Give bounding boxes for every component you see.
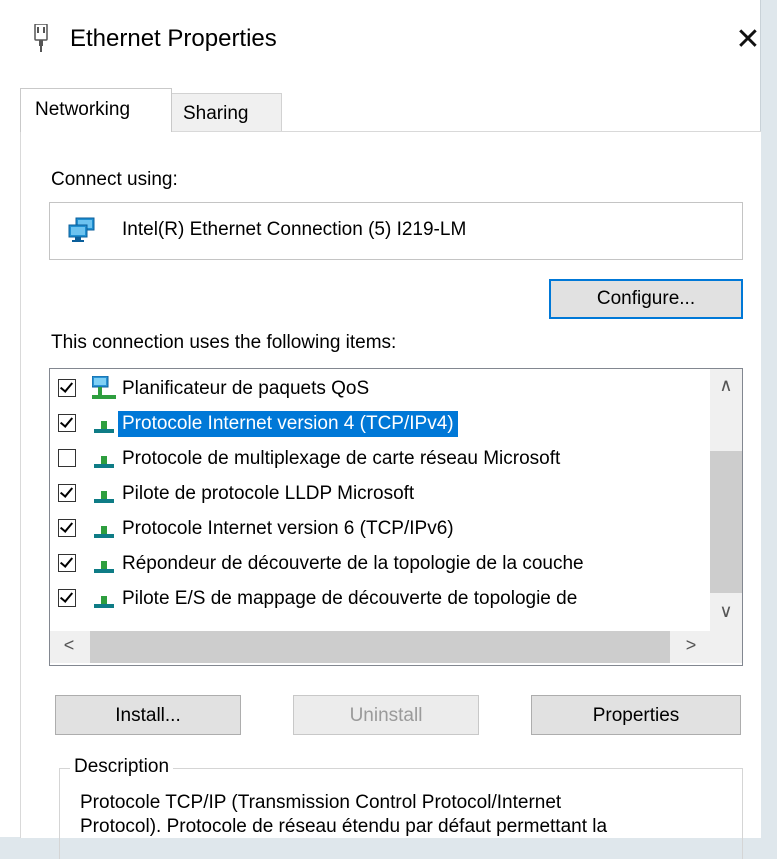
item-checkbox[interactable] <box>58 589 76 607</box>
close-button[interactable]: ✕ <box>730 20 766 60</box>
scrollbar-corner <box>710 631 742 663</box>
list-item[interactable]: Pilote de protocole LLDP Microsoft <box>50 476 710 511</box>
adapter-name: Intel(R) Ethernet Connection (5) I219-LM <box>122 219 467 240</box>
list-item[interactable]: Protocole Internet version 6 (TCP/IPv6) <box>50 511 710 546</box>
scroll-left-icon[interactable]: < <box>56 635 82 656</box>
qos-scheduler-icon <box>92 376 116 399</box>
item-label: Pilote de protocole LLDP Microsoft <box>122 483 415 504</box>
protocol-icon <box>94 526 114 538</box>
window-title: Ethernet Properties <box>70 25 277 52</box>
horizontal-scroll-thumb[interactable] <box>90 631 670 663</box>
description-line-1: Protocole TCP/IP (Transmission Control P… <box>80 792 562 813</box>
tab-networking[interactable]: Networking <box>20 88 172 132</box>
networking-tab-panel: Connect using: Intel(R) Ethernet Connect… <box>20 131 761 859</box>
properties-button[interactable]: Properties <box>531 695 741 735</box>
item-label: Pilote E/S de mappage de découverte de t… <box>122 588 578 609</box>
title-bar[interactable]: Ethernet Properties ✕ <box>0 0 761 80</box>
protocol-icon <box>94 491 114 503</box>
list-item[interactable]: Planificateur de paquets QoS <box>50 371 710 406</box>
ethernet-plug-icon <box>34 24 48 52</box>
horizontal-scrollbar[interactable]: < > <box>50 631 710 663</box>
description-legend: Description <box>70 756 174 778</box>
protocol-icon <box>94 456 114 468</box>
protocol-icon <box>94 596 114 608</box>
item-checkbox[interactable] <box>58 519 76 537</box>
item-checkbox[interactable] <box>58 379 76 397</box>
list-item-selected[interactable]: Protocole Internet version 4 (TCP/IPv4) <box>50 406 710 441</box>
tab-sharing[interactable]: Sharing <box>170 93 282 132</box>
scroll-down-icon[interactable]: ∨ <box>710 601 742 622</box>
uninstall-button[interactable]: Uninstall <box>293 695 479 735</box>
install-button[interactable]: Install... <box>55 695 241 735</box>
scroll-right-icon[interactable]: > <box>678 635 704 656</box>
item-label: Protocole de multiplexage de carte résea… <box>122 448 561 469</box>
item-label: Répondeur de découverte de la topologie … <box>122 553 584 574</box>
components-list[interactable]: Planificateur de paquets QoS Protocole I… <box>49 368 743 666</box>
item-checkbox[interactable] <box>58 484 76 502</box>
description-line-2: Protocol). Protocole de réseau étendu pa… <box>80 816 608 837</box>
scroll-up-icon[interactable]: ∧ <box>710 375 742 396</box>
list-item[interactable]: Protocole de multiplexage de carte résea… <box>50 441 710 476</box>
tab-strip: Networking Sharing <box>20 88 760 132</box>
ethernet-properties-dialog: Ethernet Properties ✕ Networking Sharing… <box>0 0 761 859</box>
item-label: Planificateur de paquets QoS <box>122 378 370 399</box>
list-item[interactable]: Pilote E/S de mappage de découverte de t… <box>50 581 710 616</box>
item-checkbox[interactable] <box>58 554 76 572</box>
description-groupbox: Description Protocole TCP/IP (Transmissi… <box>59 756 743 859</box>
item-label: Protocole Internet version 6 (TCP/IPv6) <box>122 518 454 539</box>
tab-sharing-label: Sharing <box>183 103 249 124</box>
protocol-icon <box>94 421 114 433</box>
tab-networking-label: Networking <box>35 99 131 120</box>
item-label: Protocole Internet version 4 (TCP/IPv4) <box>118 411 458 437</box>
item-checkbox[interactable] <box>58 449 76 467</box>
configure-button[interactable]: Configure... <box>549 279 743 319</box>
description-text: Protocole TCP/IP (Transmission Control P… <box>80 791 730 839</box>
connect-using-label: Connect using: <box>51 169 178 190</box>
network-adapter-icon <box>68 217 95 242</box>
vertical-scroll-thumb[interactable] <box>710 451 742 593</box>
adapter-box: Intel(R) Ethernet Connection (5) I219-LM <box>49 202 743 260</box>
protocol-icon <box>94 561 114 573</box>
item-checkbox[interactable] <box>58 414 76 432</box>
vertical-scrollbar[interactable]: ∧ ∨ <box>710 369 742 631</box>
items-label: This connection uses the following items… <box>51 332 397 353</box>
list-item[interactable]: Répondeur de découverte de la topologie … <box>50 546 710 581</box>
